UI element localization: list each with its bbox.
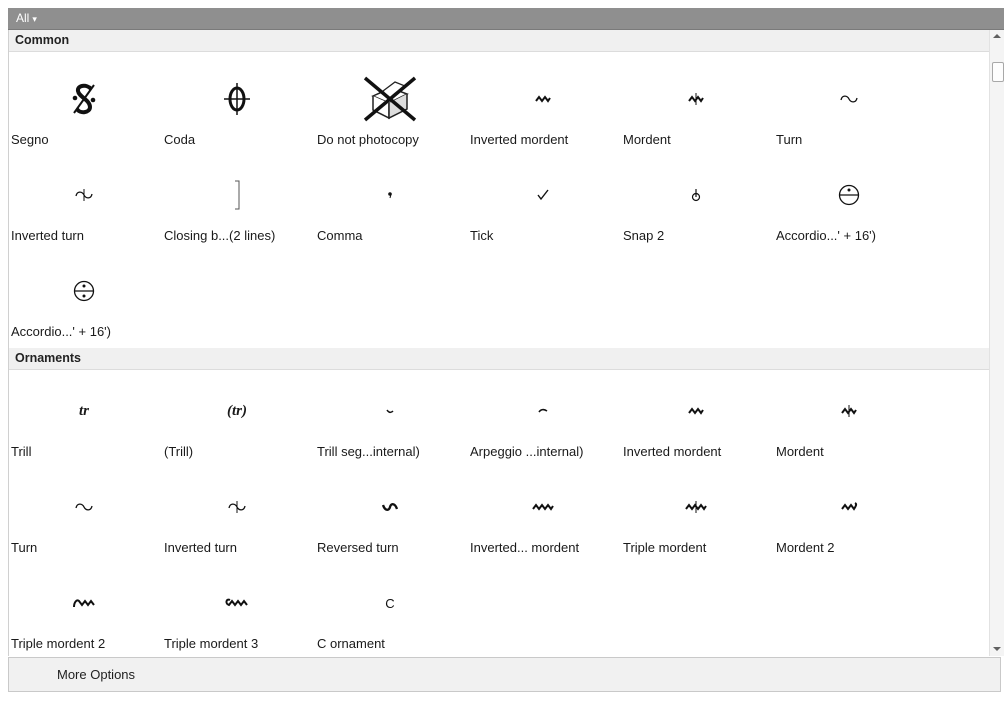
turn-icon <box>9 480 159 534</box>
filter-label: All <box>16 11 30 25</box>
symbol-item[interactable]: Comma <box>315 168 465 264</box>
symbol-item[interactable]: Turn <box>9 480 159 576</box>
segno-icon <box>9 72 159 126</box>
trill-parenthesized-icon: (tr) <box>227 402 247 419</box>
scroll-up-icon[interactable] <box>993 34 1001 38</box>
symbol-item[interactable]: Trill seg...internal) <box>315 384 465 480</box>
footer-bar: More Options <box>8 657 1001 692</box>
inverted-long-mordent-icon <box>468 480 618 534</box>
symbol-item[interactable]: Accordio...' + 16') <box>774 168 924 264</box>
symbol-label: Coda <box>164 132 196 147</box>
symbol-item[interactable]: Inverted mordent <box>468 72 618 168</box>
symbol-item[interactable]: Inverted turn <box>9 168 159 264</box>
symbol-label: Triple mordent 3 <box>164 636 259 651</box>
tick-icon <box>468 168 618 222</box>
inverted-turn-icon <box>162 480 312 534</box>
vertical-scrollbar[interactable] <box>989 30 1004 656</box>
symbol-label: Triple mordent <box>623 540 707 555</box>
symbol-label: Trill <box>11 444 32 459</box>
symbol-label: Do not photocopy <box>317 132 419 147</box>
filter-dropdown[interactable]: All ▾ <box>16 11 37 25</box>
inverted-turn-icon <box>9 168 159 222</box>
symbol-item[interactable]: Closing b...(2 lines) <box>162 168 312 264</box>
symbol-item[interactable]: Segno <box>9 72 159 168</box>
symbol-label: Segno <box>11 132 49 147</box>
symbol-label: Inverted turn <box>164 540 237 555</box>
symbol-item[interactable]: Mordent <box>621 72 771 168</box>
triple-mordent-2-icon <box>9 576 159 630</box>
symbol-item[interactable]: tr Trill <box>9 384 159 480</box>
coda-icon <box>162 72 312 126</box>
symbol-item[interactable]: Tick <box>468 168 618 264</box>
inverted-mordent-icon <box>621 384 771 438</box>
reversed-turn-icon <box>315 480 465 534</box>
symbol-item[interactable]: Triple mordent 3 <box>162 576 312 656</box>
symbol-label: C ornament <box>317 636 385 651</box>
symbol-label: Mordent <box>776 444 824 459</box>
symbol-item[interactable]: Accordio...' + 16') <box>9 264 159 360</box>
symbol-label: Inverted mordent <box>470 132 569 147</box>
trill-segment-icon <box>315 384 465 438</box>
triple-mordent-3-icon <box>162 576 312 630</box>
symbol-label: Reversed turn <box>317 540 399 555</box>
symbol-label: Mordent <box>623 132 671 147</box>
symbol-item[interactable]: Inverted turn <box>162 480 312 576</box>
symbol-item[interactable]: C C ornament <box>315 576 465 656</box>
symbol-label: Accordio...' + 16') <box>11 324 111 339</box>
scroll-down-icon[interactable] <box>993 647 1001 651</box>
snap-icon <box>621 168 771 222</box>
symbol-item[interactable]: Reversed turn <box>315 480 465 576</box>
symbol-item[interactable]: (tr) (Trill) <box>162 384 312 480</box>
symbol-label: Comma <box>317 228 363 243</box>
section-header-ornaments: Ornaments <box>9 348 990 370</box>
symbol-label: (Trill) <box>164 444 194 459</box>
chevron-down-icon: ▾ <box>32 14 37 24</box>
more-options-button[interactable]: More Options <box>57 667 135 682</box>
symbol-item[interactable]: Turn <box>774 72 924 168</box>
symbol-item[interactable]: Inverted... mordent <box>468 480 618 576</box>
section-title: Common <box>15 33 70 47</box>
mordent-icon <box>621 72 771 126</box>
scrollbar-thumb[interactable] <box>992 62 1004 82</box>
symbol-item[interactable]: Arpeggio ...internal) <box>468 384 618 480</box>
symbol-label: Tick <box>470 228 494 243</box>
symbol-label: Trill seg...internal) <box>317 444 420 459</box>
section-title: Ornaments <box>15 351 81 365</box>
accordion-register-icon <box>9 264 159 318</box>
symbol-label: Inverted mordent <box>623 444 722 459</box>
symbol-label: Accordio...' + 16') <box>776 228 876 243</box>
symbol-label: Closing b...(2 lines) <box>164 228 276 243</box>
symbol-label: Inverted turn <box>11 228 84 243</box>
symbol-palette: Common Segno Coda Do not photocopy Inver… <box>8 30 990 656</box>
accordion-register-icon <box>774 168 924 222</box>
symbol-label: Inverted... mordent <box>470 540 580 555</box>
do-not-photocopy-icon <box>315 72 465 126</box>
filter-bar: All ▾ <box>8 8 1004 30</box>
symbol-item[interactable]: Triple mordent <box>621 480 771 576</box>
mordent-2-icon <box>774 480 924 534</box>
comma-icon <box>315 168 465 222</box>
arpeggio-segment-icon <box>468 384 618 438</box>
symbol-label: Snap 2 <box>623 228 665 243</box>
symbol-label: Mordent 2 <box>776 540 835 555</box>
turn-icon <box>774 72 924 126</box>
symbol-label: Arpeggio ...internal) <box>470 444 584 459</box>
c-ornament-icon: C <box>385 595 395 611</box>
symbol-item[interactable]: Mordent 2 <box>774 480 924 576</box>
section-header-common: Common <box>9 30 990 52</box>
symbol-item[interactable]: Snap 2 <box>621 168 771 264</box>
closing-bracket-icon <box>162 168 312 222</box>
symbol-item[interactable]: Mordent <box>774 384 924 480</box>
triple-mordent-icon <box>621 480 771 534</box>
mordent-icon <box>774 384 924 438</box>
symbol-item[interactable]: Triple mordent 2 <box>9 576 159 656</box>
symbol-item[interactable]: Coda <box>162 72 312 168</box>
symbol-item[interactable]: Do not photocopy <box>315 72 465 168</box>
symbol-label: Turn <box>776 132 803 147</box>
symbol-label: Triple mordent 2 <box>11 636 106 651</box>
symbol-item[interactable]: Inverted mordent <box>621 384 771 480</box>
symbol-label: Turn <box>11 540 38 555</box>
trill-icon: tr <box>78 402 89 419</box>
inverted-mordent-icon <box>468 72 618 126</box>
